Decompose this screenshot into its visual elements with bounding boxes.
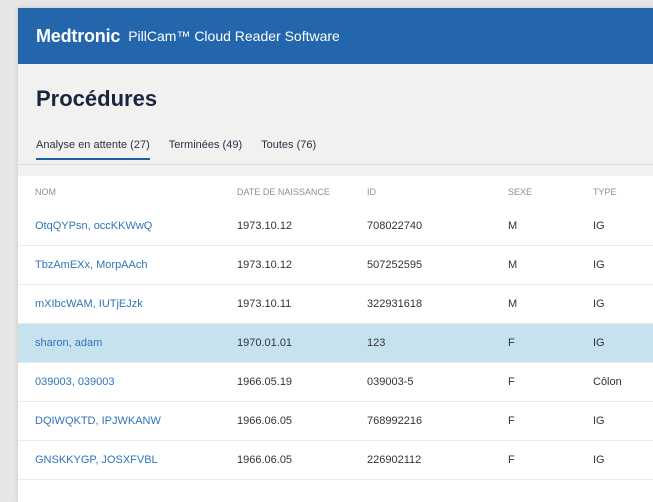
procedure-type-cell: IG — [589, 245, 653, 285]
birth-date-cell: 1966.06.05 — [233, 440, 363, 480]
sex-cell: M — [504, 284, 589, 324]
table-row[interactable]: mXIbcWAM, IUTjEJzk 1973.10.11 322931618 M IG — [18, 284, 653, 324]
patient-id-cell: 039003-5 — [363, 362, 504, 402]
page-title: Procédures — [36, 86, 158, 111]
birth-date-cell: 1973.10.12 — [233, 245, 363, 285]
patient-name-cell: DQIWQKTD, IPJWKANW — [18, 401, 233, 441]
tab-all[interactable]: Toutes (76) — [261, 139, 316, 160]
patient-name-cell — [18, 479, 233, 502]
birth-date-cell — [233, 479, 363, 502]
tab-completed[interactable]: Terminées (49) — [169, 139, 242, 160]
sex-cell: M — [504, 207, 589, 246]
sex-cell: F — [504, 401, 589, 441]
tabs-divider — [18, 164, 653, 165]
procedures-table-container: NOM DATE DE NAISSANCE ID SEXE TYPE OtqQY… — [18, 176, 653, 502]
table-row[interactable] — [18, 479, 653, 502]
procedure-tabs: Analyse en attente (27) Terminées (49) T… — [36, 139, 335, 160]
birth-date-cell: 1966.06.05 — [233, 401, 363, 441]
table-row[interactable]: DQIWQKTD, IPJWKANW 1966.06.05 768992216 F IG — [18, 401, 653, 441]
table-row[interactable]: sharon, adam 1970.01.01 123 F IG — [18, 323, 653, 363]
procedure-type-cell: Côlon — [589, 362, 653, 402]
patient-name-cell: 039003, 039003 — [18, 362, 233, 402]
patient-id-cell: 123 — [363, 323, 504, 363]
patient-name-cell: mXIbcWAM, IUTjEJzk — [18, 284, 233, 324]
procedure-type-cell: IG — [589, 401, 653, 441]
column-header-sex[interactable]: SEXE — [504, 176, 589, 207]
patient-name-cell: sharon, adam — [18, 323, 233, 363]
table-row[interactable]: OtqQYPsn, occKKWwQ 1973.10.12 708022740 M IG — [18, 207, 653, 246]
patient-id-cell: 708022740 — [363, 207, 504, 246]
procedure-type-cell: IG — [589, 323, 653, 363]
procedure-type-cell: IG — [589, 440, 653, 480]
app-header: Medtronic PillCam™ Cloud Reader Software — [18, 8, 653, 64]
table-row[interactable]: TbzAmEXx, MorpAAch 1973.10.12 507252595 M IG — [18, 245, 653, 285]
patient-id-cell — [363, 479, 504, 502]
app-window: Medtronic PillCam™ Cloud Reader Software… — [18, 8, 653, 502]
birth-date-cell: 1973.10.12 — [233, 207, 363, 246]
sex-cell: F — [504, 323, 589, 363]
table-row[interactable]: 039003, 039003 1966.05.19 039003-5 F Côlon — [18, 362, 653, 402]
table-row[interactable]: GNSKKYGP, JOSXFVBL 1966.06.05 226902112 F IG — [18, 440, 653, 480]
procedure-type-cell: IG — [589, 284, 653, 324]
procedure-type-cell — [589, 479, 653, 502]
patient-name-cell: GNSKKYGP, JOSXFVBL — [18, 440, 233, 480]
patient-name-cell: OtqQYPsn, occKKWwQ — [18, 207, 233, 246]
table-header-row: NOM DATE DE NAISSANCE ID SEXE TYPE — [18, 176, 653, 207]
column-header-name[interactable]: NOM — [18, 176, 233, 207]
procedures-table: NOM DATE DE NAISSANCE ID SEXE TYPE OtqQY… — [18, 176, 653, 502]
birth-date-cell: 1970.01.01 — [233, 323, 363, 363]
sex-cell: F — [504, 362, 589, 402]
product-name: PillCam™ Cloud Reader Software — [128, 28, 340, 44]
column-header-type[interactable]: TYPE — [589, 176, 653, 207]
patient-id-cell: 768992216 — [363, 401, 504, 441]
column-header-id[interactable]: ID — [363, 176, 504, 207]
sex-cell: M — [504, 245, 589, 285]
sex-cell — [504, 479, 589, 502]
brand-logo: Medtronic — [36, 25, 121, 46]
tab-pending-analysis[interactable]: Analyse en attente (27) — [36, 139, 150, 160]
column-header-dob[interactable]: DATE DE NAISSANCE — [233, 176, 363, 207]
birth-date-cell: 1966.05.19 — [233, 362, 363, 402]
patient-id-cell: 507252595 — [363, 245, 504, 285]
patient-id-cell: 322931618 — [363, 284, 504, 324]
patient-name-cell: TbzAmEXx, MorpAAch — [18, 245, 233, 285]
procedure-type-cell: IG — [589, 207, 653, 246]
patient-id-cell: 226902112 — [363, 440, 504, 480]
birth-date-cell: 1973.10.11 — [233, 284, 363, 324]
sex-cell: F — [504, 440, 589, 480]
